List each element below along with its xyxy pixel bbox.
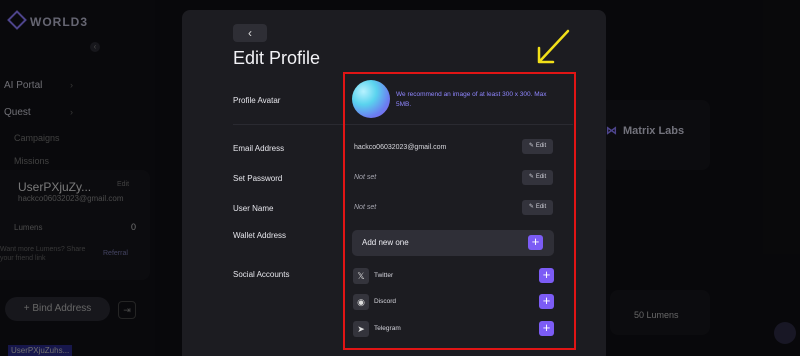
page-title: Edit Profile [233, 48, 321, 68]
email-label: Email Address [233, 144, 285, 153]
highlight-box [343, 72, 576, 350]
wallet-label: Wallet Address [233, 231, 287, 240]
profile-avatar-label: Profile Avatar [233, 96, 281, 105]
password-label: Set Password [233, 174, 283, 183]
back-button[interactable]: ‹ [233, 24, 267, 42]
social-accounts-label: Social Accounts [233, 270, 290, 279]
arrow-annotation-icon [537, 29, 570, 64]
username-label: User Name [233, 204, 274, 213]
